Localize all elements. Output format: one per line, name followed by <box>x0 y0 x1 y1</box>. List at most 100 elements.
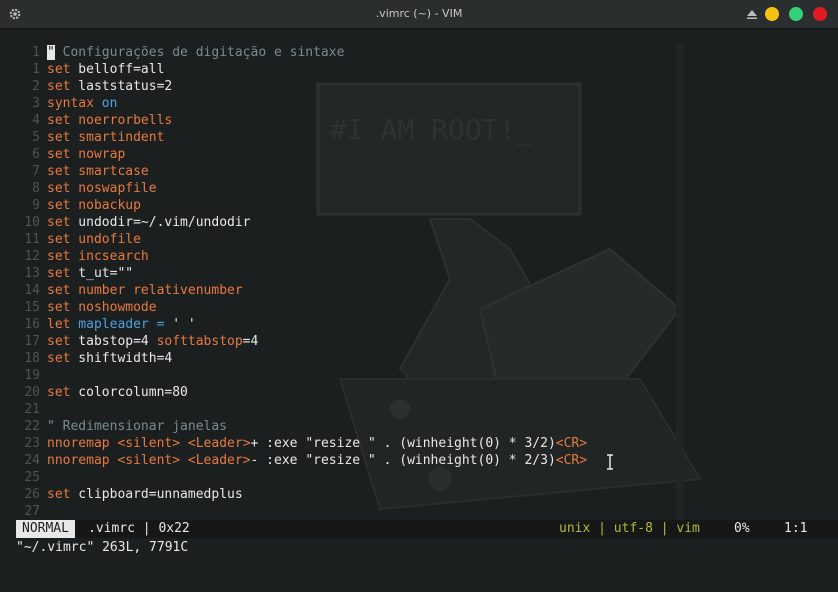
line-number: 1 <box>32 45 40 60</box>
code-line[interactable]: 18 set shiftwidth=4 <box>0 350 838 367</box>
code-token: clipboard=unnamedplus <box>70 487 243 502</box>
code-line[interactable]: 23 nnoremap <silent> <Leader>+ :exe "resi… <box>0 435 838 452</box>
close-button[interactable] <box>813 7 827 21</box>
code-line[interactable]: 10 set undodir=~/.vim/undodir <box>0 214 838 231</box>
line-number: 22 <box>24 419 40 434</box>
code-line[interactable]: 16 let mapleader = ' ' <box>0 316 838 333</box>
code-line[interactable]: 2 set laststatus=2 <box>0 78 838 95</box>
line-number: 25 <box>24 470 40 485</box>
code-token: set <box>47 232 71 247</box>
line-text: set smartcase <box>47 163 149 180</box>
line-text: set undodir=~/.vim/undodir <box>47 214 251 231</box>
code-token: colorcolumn=80 <box>70 385 188 400</box>
line-text: " Redimensionar janelas <box>47 418 227 435</box>
code-token: on <box>93 96 118 111</box>
line-number: 13 <box>24 266 40 281</box>
code-token: softtabstop <box>156 334 243 349</box>
code-token: mapleader = <box>70 317 173 332</box>
code-token: + :exe "resize " . (winheight(0) * 3/2) <box>250 436 556 451</box>
line-number: 3 <box>32 96 40 111</box>
code-line[interactable]: 5 set smartindent <box>0 129 838 146</box>
code-token: Configurações de digitação e sintaxe <box>54 45 345 60</box>
code-token: nobackup <box>70 198 141 213</box>
code-line[interactable]: 12 set incsearch <box>0 248 838 265</box>
code-token: " Redimensionar janelas <box>47 419 228 434</box>
code-line[interactable]: 4 set noerrorbells <box>0 112 838 129</box>
code-token: <Leader> <box>187 453 251 468</box>
line-text: set undofile <box>47 231 141 248</box>
line-text: " Configurações de digitação e sintaxe <box>47 44 344 61</box>
code-token: noshowmode <box>70 300 157 315</box>
code-line[interactable]: 20 set colorcolumn=80 <box>0 384 838 401</box>
line-number: 9 <box>32 198 40 213</box>
code-token: set <box>47 113 71 128</box>
code-line[interactable]: 26 set clipboard=unnamedplus <box>0 486 838 503</box>
line-text: nnoremap <silent> <Leader>- :exe "resize… <box>47 452 587 469</box>
code-token: noswapfile <box>70 181 157 196</box>
code-token: set <box>47 147 71 162</box>
code-token: - :exe "resize " . (winheight(0) * 2/3) <box>250 453 556 468</box>
line-number: 27 <box>24 504 40 519</box>
code-token: ' ' <box>172 317 196 332</box>
code-line[interactable]: 25 <box>0 469 838 486</box>
code-token: smartindent <box>70 130 165 145</box>
line-number: 10 <box>24 215 40 230</box>
line-text: set shiftwidth=4 <box>47 350 172 367</box>
line-text: set incsearch <box>47 248 149 265</box>
code-token: set <box>47 334 71 349</box>
code-token: t_ut="" <box>70 266 134 281</box>
code-token: shiftwidth=4 <box>70 351 173 366</box>
code-token: set <box>47 164 71 179</box>
code-token: <silent> <box>117 436 181 451</box>
code-line[interactable]: 22 " Redimensionar janelas <box>0 418 838 435</box>
line-text: set number relativenumber <box>47 282 243 299</box>
code-line[interactable]: 24 nnoremap <silent> <Leader>- :exe "resi… <box>0 452 838 469</box>
maximize-button[interactable] <box>789 7 803 21</box>
line-number: 16 <box>24 317 40 332</box>
code-line[interactable]: 8 set noswapfile <box>0 180 838 197</box>
code-line[interactable]: 1 set belloff=all <box>0 61 838 78</box>
editor-area[interactable]: #I AM ROOT!_ 1 " Configurações de digitaç… <box>0 29 838 592</box>
code-line[interactable]: 21 <box>0 401 838 418</box>
vim-window: .vimrc (~) - VIM #I AM ROOT!_ 1 " Configu… <box>0 0 838 592</box>
line-number: 7 <box>32 164 40 179</box>
line-number: 4 <box>32 113 40 128</box>
code-token: set <box>47 283 71 298</box>
code-token: set <box>47 385 71 400</box>
line-number: 17 <box>24 334 40 349</box>
line-number: 2 <box>32 79 40 94</box>
code-line[interactable]: 14 set number relativenumber <box>0 282 838 299</box>
status-percent: 0% <box>734 521 750 536</box>
code-token: " <box>47 45 55 60</box>
code-line[interactable]: 9 set nobackup <box>0 197 838 214</box>
code-line[interactable]: 19 <box>0 367 838 384</box>
text-cursor-icon <box>607 454 613 470</box>
code-line[interactable]: 15 set noshowmode <box>0 299 838 316</box>
code-line[interactable]: 1 " Configurações de digitação e sintaxe <box>0 44 838 61</box>
line-number: 6 <box>32 147 40 162</box>
line-number: 20 <box>24 385 40 400</box>
code-line[interactable]: 27 <box>0 503 838 520</box>
line-number: 1 <box>32 62 40 77</box>
code-line[interactable]: 17 set tabstop=4 softtabstop=4 <box>0 333 838 350</box>
code-token: number relativenumber <box>70 283 243 298</box>
code-token: set <box>47 266 71 281</box>
line-text: set noshowmode <box>47 299 157 316</box>
code-token: set <box>47 300 71 315</box>
code-token: =4 <box>242 334 259 349</box>
line-number: 8 <box>32 181 40 196</box>
code-line[interactable]: 13 set t_ut="" <box>0 265 838 282</box>
line-text: syntax on <box>47 95 117 112</box>
code-line[interactable]: 7 set smartcase <box>0 163 838 180</box>
code-line[interactable]: 3 syntax on <box>0 95 838 112</box>
code-token: <CR> <box>555 453 588 468</box>
line-number: 11 <box>24 232 40 247</box>
code-token: syntax <box>47 96 94 111</box>
code-line[interactable]: 11 set undofile <box>0 231 838 248</box>
keep-above-icon[interactable] <box>746 8 758 20</box>
line-number: 19 <box>24 368 40 383</box>
line-text: set noswapfile <box>47 180 157 197</box>
minimize-button[interactable] <box>765 7 779 21</box>
code-line[interactable]: 6 set nowrap <box>0 146 838 163</box>
